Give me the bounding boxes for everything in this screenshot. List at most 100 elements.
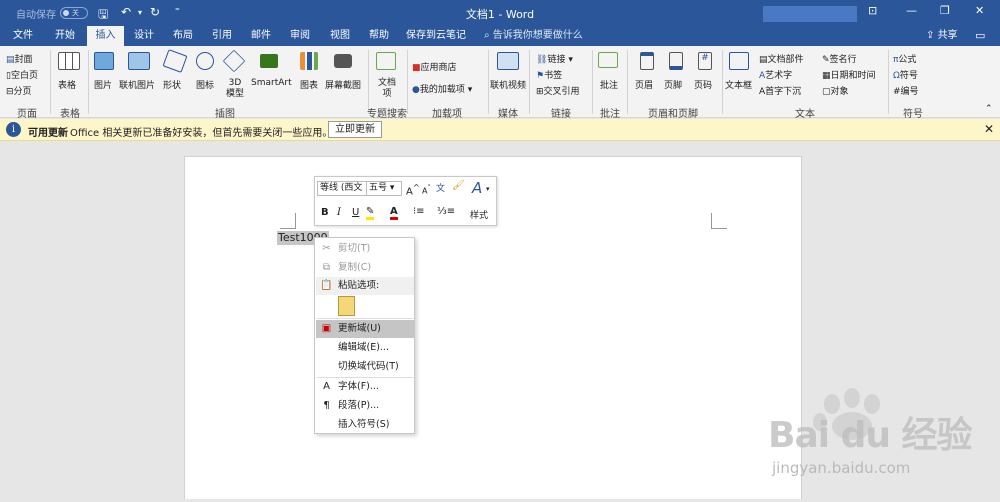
menu-item-label: 插入符号(S) [338, 419, 390, 430]
comment-button[interactable]: 批注 [600, 78, 618, 91]
italic-button[interactable]: I [337, 207, 341, 218]
collapse-ribbon-icon[interactable]: ⌃ [985, 104, 993, 114]
footer-button[interactable]: 页脚 [664, 78, 682, 91]
restore-icon[interactable]: ❐ [940, 4, 950, 17]
menu-item-cut[interactable]: ✂ 剪切(T) [316, 240, 414, 258]
underline-button[interactable]: U [352, 207, 359, 218]
tab-design[interactable]: 设计 [127, 26, 161, 46]
shapes-button[interactable]: 形状 [163, 78, 181, 91]
online-video-button[interactable]: 联机视频 [490, 78, 526, 91]
font-size-select[interactable]: 五号 ▾ [366, 181, 402, 196]
minimize-icon[interactable]: — [906, 4, 917, 17]
highlight-icon[interactable]: ✎ [366, 206, 375, 220]
table-button[interactable]: 表格 [58, 78, 76, 91]
chevron-down-icon[interactable]: ▾ [486, 185, 490, 193]
tab-help[interactable]: 帮助 [362, 26, 396, 46]
font-icon: A [323, 381, 330, 392]
header-icon [640, 52, 654, 70]
pictures-button[interactable]: 图片 [94, 78, 112, 91]
shrink-font-icon[interactable]: A˅ [422, 184, 431, 196]
object-icon: ▢ [822, 87, 831, 97]
ribbon-display-icon[interactable]: ⊡ [868, 4, 877, 17]
signature-line-button[interactable]: ✎签名行 [822, 52, 857, 65]
menu-item-insert-symbol[interactable]: 插入符号(S) [316, 416, 414, 434]
group-label-illustrations: 插图 [215, 109, 235, 120]
close-window-icon[interactable]: ✕ [975, 4, 984, 17]
header-button[interactable]: 页眉 [635, 78, 653, 91]
grow-font-icon[interactable]: A^ [406, 182, 420, 197]
group-divider [488, 50, 489, 114]
group-divider [888, 50, 889, 114]
screenshot-button[interactable]: 屏幕截图 [325, 78, 361, 91]
font-select[interactable]: 等线 (西文 [317, 181, 367, 196]
tab-mailings[interactable]: 邮件 [244, 26, 278, 46]
numbering-icon[interactable]: ⅓≡ [437, 206, 455, 217]
wordart-button[interactable]: A艺术字 [759, 68, 792, 81]
tab-home[interactable]: 开始 [48, 26, 82, 46]
menu-item-label: 字体(F)... [338, 381, 379, 392]
page-break-button[interactable]: ⊟分页 [6, 84, 32, 97]
tab-references[interactable]: 引用 [205, 26, 239, 46]
quick-parts-button[interactable]: ▤文档部件 [759, 52, 804, 65]
icons-button[interactable]: 图标 [196, 78, 214, 91]
3d-models-button[interactable]: 3D 模型 [224, 78, 246, 100]
styles-icon[interactable]: A [472, 179, 482, 197]
cross-reference-button[interactable]: ⊞交叉引用 [536, 84, 580, 97]
bullets-icon[interactable]: ⁝≡ [413, 206, 425, 217]
group-label-symbols: 符号 [903, 109, 923, 120]
close-infobar-icon[interactable]: ✕ [984, 122, 994, 136]
menu-item-toggle-field-codes[interactable]: 切换域代码(T) [316, 358, 414, 376]
tab-layout[interactable]: 布局 [166, 26, 200, 46]
tab-save-to-cloud-notes[interactable]: 保存到云笔记 [403, 26, 469, 46]
store-button[interactable]: ■应用商店 [412, 60, 457, 73]
tab-view[interactable]: 视图 [323, 26, 357, 46]
menu-item-copy[interactable]: ⧉ 复制(C) [316, 259, 414, 277]
blank-page-button[interactable]: ▯空白页 [6, 68, 38, 81]
signature-line-icon: ✎ [822, 55, 830, 65]
smartart-button[interactable]: SmartArt [251, 78, 292, 88]
cover-page-button[interactable]: ▤封面 [6, 52, 33, 65]
comments-pane-icon[interactable]: ▭ [975, 29, 985, 42]
shapes-icon [162, 49, 188, 73]
scissors-icon: ✂ [322, 243, 331, 254]
account-area[interactable] [763, 6, 857, 22]
page-number-button[interactable]: 页码 [694, 78, 712, 91]
bold-button[interactable]: B [321, 207, 329, 218]
crop-mark-right [711, 213, 727, 229]
link-button[interactable]: ⛓链接 ▾ [536, 52, 573, 65]
date-time-button[interactable]: ▦日期和时间 [822, 68, 876, 81]
tell-me-search[interactable]: ⌕ 告诉我你想要做什么 [484, 26, 583, 46]
equation-button[interactable]: π公式 [893, 52, 916, 65]
format-painter-icon[interactable]: 🖌 [452, 180, 465, 191]
quick-parts-label: 文档部件 [767, 55, 804, 65]
cross-reference-icon: ⊞ [536, 87, 544, 97]
menu-item-edit-field[interactable]: 编辑域(E)... [316, 339, 414, 357]
update-now-button[interactable]: 立即更新 [328, 121, 382, 138]
object-button[interactable]: ▢对象 [822, 84, 849, 97]
bookmark-button[interactable]: ⚑书签 [536, 68, 562, 81]
phonetic-guide-icon[interactable]: 文 [436, 181, 445, 194]
menu-item-paragraph[interactable]: ¶ 段落(P)... [316, 397, 414, 415]
number-button[interactable]: #编号 [893, 84, 919, 97]
menu-item-update-field[interactable]: ▣ 更新域(U) [316, 320, 414, 338]
watermark-brand: Bai du 经验 [768, 415, 973, 456]
chart-button[interactable]: 图表 [300, 78, 318, 91]
group-divider [50, 50, 51, 114]
document-item-button[interactable]: 文档项 [376, 78, 398, 100]
tab-insert[interactable]: 插入 [87, 26, 124, 46]
paste-keep-text-icon[interactable] [338, 296, 355, 316]
drop-cap-button[interactable]: A首字下沉 [759, 84, 801, 97]
text-box-button[interactable]: 文本框 [725, 78, 752, 91]
group-label-pages: 页面 [17, 109, 37, 120]
document-item-icon [376, 52, 396, 70]
font-color-icon[interactable]: A [390, 206, 398, 220]
symbol-button[interactable]: Ω符号 [893, 68, 918, 81]
tab-review[interactable]: 审阅 [283, 26, 317, 46]
my-addins-button[interactable]: ●我的加载项 ▾ [412, 82, 472, 95]
page-number-icon: # [698, 52, 712, 70]
my-addins-label: 我的加载项 [419, 85, 465, 95]
menu-item-font[interactable]: A 字体(F)... [316, 378, 414, 396]
tab-file[interactable]: 文件 [6, 26, 40, 46]
online-pictures-button[interactable]: 联机图片 [119, 78, 155, 91]
share-button[interactable]: ⇪ 共享 [926, 26, 958, 46]
